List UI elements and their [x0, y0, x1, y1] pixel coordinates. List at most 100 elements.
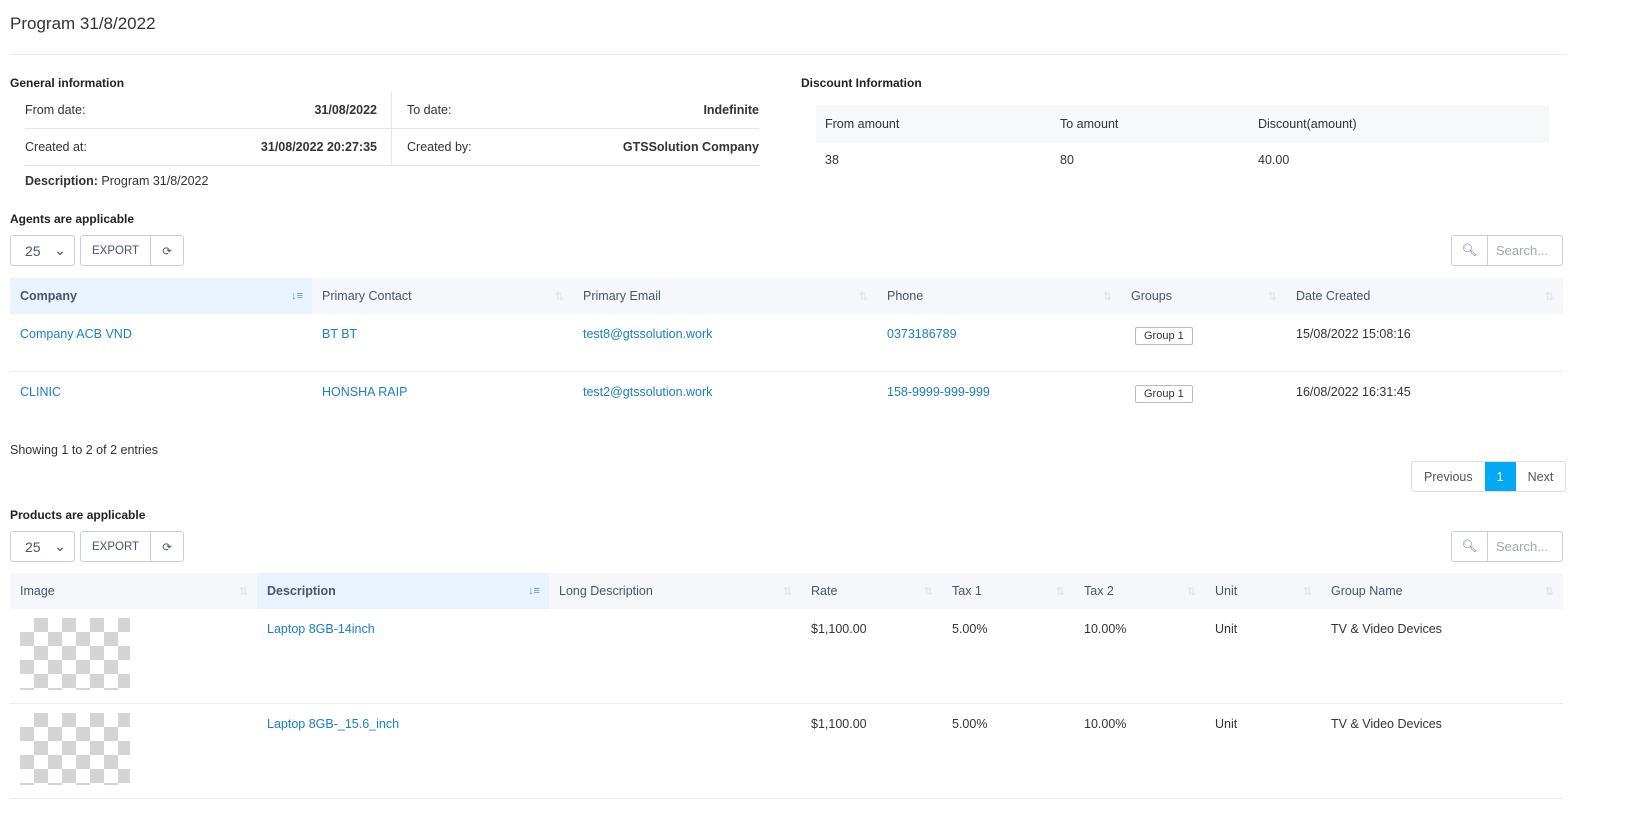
created-at-label: Created at: — [25, 140, 87, 154]
page-title: Program 31/8/2022 — [10, 14, 156, 33]
refresh-icon[interactable]: ⟳ — [150, 532, 183, 561]
sort-icon: ⇅ — [1544, 291, 1554, 303]
col-date-created[interactable]: Date Created ⇅ — [1286, 278, 1563, 314]
long-description — [549, 703, 801, 799]
header-label: Groups — [1131, 289, 1172, 303]
header-label: Description — [267, 584, 336, 598]
company-link[interactable]: CLINIC — [20, 385, 61, 399]
tax1: 5.00% — [942, 609, 1074, 704]
col-unit[interactable]: Unit ⇅ — [1205, 573, 1321, 609]
col-phone[interactable]: Phone ⇅ — [877, 278, 1121, 314]
from-date-label: From date: — [25, 103, 86, 117]
sort-icon: ⇅ — [1544, 586, 1554, 598]
email-link[interactable]: test2@gtssolution.work — [583, 385, 712, 399]
table-row: Laptop 8GB-_15.6_inch $1,100.00 5.00% 10… — [10, 703, 1563, 799]
tax2: 10.00% — [1074, 703, 1205, 799]
table-row: Laptop 8GB-14inch $1,100.00 5.00% 10.00%… — [10, 609, 1563, 704]
col-group-name[interactable]: Group Name ⇅ — [1321, 573, 1563, 609]
created-by-value: GTSSolution Company — [622, 140, 759, 154]
refresh-icon[interactable]: ⟳ — [150, 236, 183, 265]
pagination: Previous 1 Next — [1411, 461, 1567, 492]
col-rate[interactable]: Rate ⇅ — [801, 573, 942, 609]
header-label: Company — [20, 289, 77, 303]
previous-button[interactable]: Previous — [1412, 462, 1485, 491]
col-primary-email[interactable]: Primary Email ⇅ — [573, 278, 877, 314]
col-discount: Discount(amount) — [1249, 105, 1549, 143]
col-primary-contact[interactable]: Primary Contact ⇅ — [312, 278, 573, 314]
header-label: Unit — [1215, 584, 1238, 598]
search-icon[interactable]: 🔍︎ — [1452, 236, 1488, 265]
page-size-value: 25 — [25, 538, 41, 555]
rate: $1,100.00 — [801, 703, 942, 799]
divider — [10, 54, 1567, 55]
col-tax2[interactable]: Tax 2 ⇅ — [1074, 573, 1205, 609]
sort-icon: ⇅ — [1302, 586, 1312, 598]
header-label: Image — [20, 584, 55, 598]
page-1-button[interactable]: 1 — [1484, 462, 1516, 491]
description-label: Description: — [25, 174, 98, 188]
search-icon[interactable]: 🔍︎ — [1452, 532, 1488, 561]
created-at-value: 31/08/2022 20:27:35 — [260, 140, 377, 154]
company-link[interactable]: Company ACB VND — [20, 327, 132, 341]
col-image[interactable]: Image ⇅ — [10, 573, 257, 609]
col-tax1[interactable]: Tax 1 ⇅ — [942, 573, 1074, 609]
contact-link[interactable]: BT BT — [322, 327, 357, 341]
export-button[interactable]: EXPORT — [81, 532, 150, 561]
products-search[interactable]: 🔍︎ Search... — [1451, 531, 1563, 562]
email-link[interactable]: test8@gtssolution.work — [583, 327, 712, 341]
contact-link[interactable]: HONSHA RAIP — [322, 385, 407, 399]
group-badge: Group 1 — [1135, 384, 1193, 403]
entries-info: Showing 1 to 2 of 2 entries — [10, 443, 159, 457]
page-size-select[interactable]: 25 ⌄ — [10, 235, 75, 266]
description-value: Program 31/8/2022 — [101, 174, 209, 188]
agents-search[interactable]: 🔍︎ Search... — [1451, 235, 1563, 266]
product-image-placeholder — [20, 618, 130, 690]
sort-icon: ⇅ — [1055, 586, 1065, 598]
general-info: From date: 31/08/2022 To date: Indefinite … — [25, 92, 759, 188]
export-button[interactable]: EXPORT — [81, 236, 150, 265]
col-description[interactable]: Description ↓≡ — [257, 573, 549, 609]
to-date-label: To date: — [407, 103, 452, 117]
unit: Unit — [1205, 703, 1321, 799]
cell: 80 — [1060, 153, 1074, 167]
phone-link[interactable]: 0373186789 — [887, 327, 957, 341]
unit: Unit — [1205, 609, 1321, 704]
products-heading: Products are applicable — [10, 508, 146, 522]
date-created: 15/08/2022 15:08:16 — [1286, 314, 1563, 372]
group-name: TV & Video Devices — [1321, 609, 1563, 704]
sort-icon: ⇅ — [923, 586, 933, 598]
product-link[interactable]: Laptop 8GB-14inch — [267, 622, 375, 636]
search-input[interactable]: Search... — [1488, 236, 1556, 265]
page-size-select[interactable]: 25 ⌄ — [10, 531, 75, 562]
date-created: 16/08/2022 16:31:45 — [1296, 384, 1411, 399]
products-table: Image ⇅ Description ↓≡ Long Description ⇅ R… — [10, 573, 1563, 799]
table-row: Company ACB VND BT BT test8@gtssolution.… — [10, 314, 1563, 372]
sort-asc-icon: ↓≡ — [528, 585, 540, 597]
col-groups[interactable]: Groups ⇅ — [1121, 278, 1286, 314]
product-image-placeholder — [20, 713, 130, 785]
sort-icon: ⇅ — [554, 291, 564, 303]
col-from-amount: From amount — [816, 105, 1051, 143]
sort-icon: ⇅ — [238, 586, 248, 598]
header-label: Phone — [887, 289, 924, 303]
header-label: Primary Email — [583, 289, 661, 303]
search-input[interactable]: Search... — [1488, 532, 1556, 561]
tax2: 10.00% — [1074, 609, 1205, 704]
header-label: Tax 2 — [1084, 584, 1114, 598]
general-info-heading: General information — [10, 76, 125, 90]
product-link[interactable]: Laptop 8GB-_15.6_inch — [267, 717, 399, 731]
agents-table: Company ↓≡ Primary Contact ⇅ Primary Email… — [10, 278, 1563, 428]
phone-link[interactable]: 158-9999-999-999 — [887, 385, 990, 399]
tax1: 5.00% — [942, 703, 1074, 799]
header-label: Tax 1 — [952, 584, 982, 598]
header-label: Rate — [811, 584, 838, 598]
header-label: Long Description — [559, 584, 653, 598]
next-button[interactable]: Next — [1516, 462, 1566, 491]
to-date-value: Indefinite — [703, 103, 759, 117]
col-company[interactable]: Company ↓≡ — [10, 278, 312, 314]
col-long-description[interactable]: Long Description ⇅ — [549, 573, 801, 609]
sort-icon: ⇅ — [1102, 291, 1112, 303]
sort-icon: ⇅ — [1186, 586, 1196, 598]
header-label: Primary Contact — [322, 289, 412, 303]
page-size-value: 25 — [25, 242, 41, 259]
